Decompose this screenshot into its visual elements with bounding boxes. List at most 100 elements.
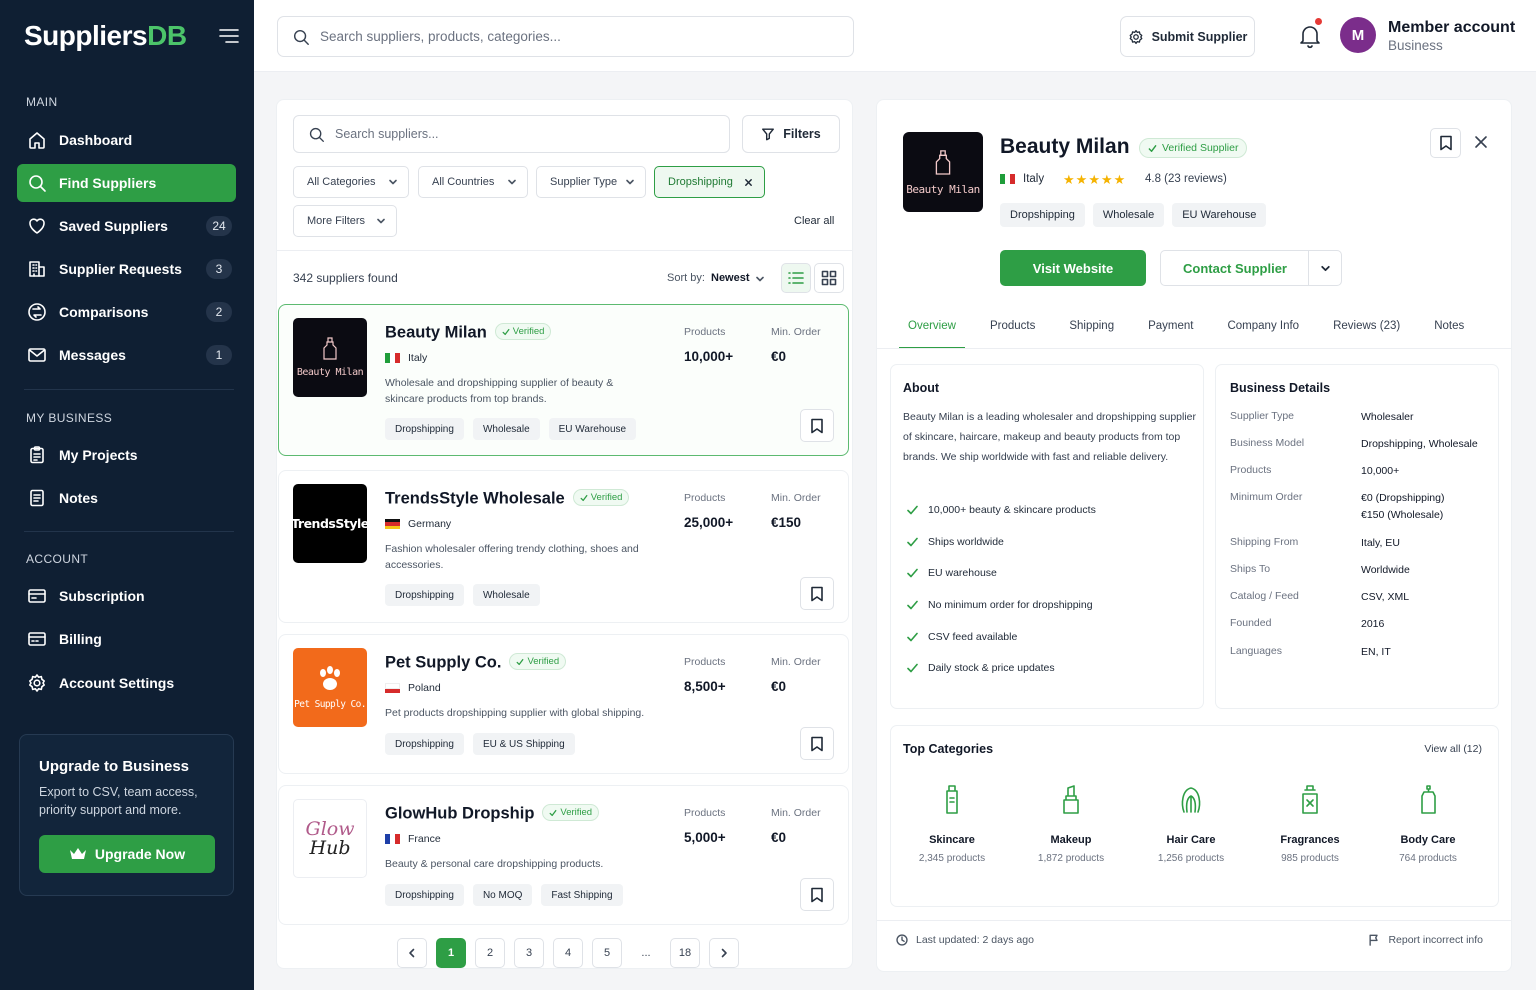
page-button[interactable]: 18 bbox=[670, 938, 700, 968]
tab-products[interactable]: Products bbox=[981, 309, 1044, 349]
italy-flag-icon bbox=[385, 353, 400, 363]
upgrade-now-button[interactable]: Upgrade Now bbox=[39, 835, 215, 873]
perfume-bottle-icon bbox=[935, 149, 951, 175]
products-value: 8,500+ bbox=[684, 679, 726, 694]
tab-overview[interactable]: Overview bbox=[899, 309, 965, 349]
supplier-name[interactable]: Pet Supply Co. Verified bbox=[385, 653, 567, 673]
global-search[interactable] bbox=[277, 16, 854, 57]
check-icon bbox=[1148, 144, 1157, 152]
list-view-toggle[interactable] bbox=[781, 263, 811, 293]
page-ellipsis: ... bbox=[631, 938, 661, 968]
supplier-card[interactable]: TrendsStyle TrendsStyle Wholesale Verifie… bbox=[278, 470, 849, 623]
active-filter-chip[interactable]: Dropshipping bbox=[654, 166, 765, 198]
sidebar-item-dashboard[interactable]: Dashboard bbox=[17, 121, 236, 159]
business-details-section: Business Details Supplier Type Wholesale… bbox=[1215, 364, 1499, 709]
notes-icon bbox=[30, 489, 44, 507]
submit-supplier-button[interactable]: Submit Supplier bbox=[1120, 16, 1255, 57]
detail-logo: Beauty Milan bbox=[903, 132, 983, 212]
supplier-search[interactable] bbox=[293, 115, 730, 153]
home-icon bbox=[29, 132, 45, 149]
check-icon bbox=[907, 568, 918, 578]
category-item-skincare[interactable]: Skincare 2,345 products bbox=[902, 784, 1002, 864]
supplier-name[interactable]: TrendsStyle Wholesale Verified bbox=[385, 489, 630, 509]
sidebar-item-notes[interactable]: Notes bbox=[17, 479, 236, 517]
filters-button[interactable]: Filters bbox=[742, 115, 840, 153]
close-icon[interactable] bbox=[744, 178, 753, 187]
supplier-name[interactable]: Beauty Milan Verified bbox=[385, 323, 552, 343]
page-button[interactable]: 3 bbox=[514, 938, 544, 968]
bookmark-button[interactable] bbox=[800, 727, 834, 760]
next-page-button[interactable] bbox=[709, 938, 739, 968]
prev-page-button[interactable] bbox=[397, 938, 427, 968]
detail-bookmark-button[interactable] bbox=[1430, 128, 1461, 158]
avatar[interactable]: M bbox=[1340, 17, 1376, 53]
sidebar-item-messages[interactable]: Messages 1 bbox=[17, 336, 236, 374]
supplier-card[interactable]: Beauty Milan Beauty Milan Verified Italy … bbox=[278, 304, 849, 456]
close-icon[interactable] bbox=[1474, 135, 1488, 149]
visit-website-button[interactable]: Visit Website bbox=[1000, 250, 1146, 286]
supplier-name[interactable]: GlowHub Dropship Verified bbox=[385, 804, 600, 824]
detail-value: Italy, EU bbox=[1361, 537, 1400, 549]
category-item-hair-care[interactable]: Hair Care 1,256 products bbox=[1141, 784, 1241, 864]
account-name[interactable]: Member account bbox=[1388, 19, 1515, 37]
report-incorrect-info-link[interactable]: Report incorrect info bbox=[1368, 934, 1483, 946]
sidebar-item-subscription[interactable]: Subscription bbox=[17, 577, 236, 615]
tab-company-info[interactable]: Company Info bbox=[1218, 309, 1308, 349]
category-item-makeup[interactable]: Makeup 1,872 products bbox=[1021, 784, 1121, 864]
tag: Wholesale bbox=[472, 418, 540, 440]
sidebar-item-account-settings[interactable]: Account Settings bbox=[17, 664, 236, 702]
tab-reviews[interactable]: Reviews (23) bbox=[1324, 309, 1409, 349]
supplier-search-input[interactable] bbox=[335, 127, 715, 141]
menu-icon[interactable] bbox=[218, 26, 240, 46]
sidebar-item-billing[interactable]: Billing bbox=[17, 620, 236, 658]
sidebar-item-my-projects[interactable]: My Projects bbox=[17, 436, 236, 474]
sidebar-item-comparisons[interactable]: Comparisons 2 bbox=[17, 293, 236, 331]
more-filters-dropdown[interactable]: More Filters bbox=[293, 205, 397, 237]
page-button[interactable]: 4 bbox=[553, 938, 583, 968]
clear-all-link[interactable]: Clear all bbox=[794, 215, 834, 227]
category-item-fragrances[interactable]: Fragrances 985 products bbox=[1260, 784, 1360, 864]
supplier-logo: Pet Supply Co. bbox=[293, 648, 367, 727]
tab-shipping[interactable]: Shipping bbox=[1060, 309, 1123, 349]
detail-key: Shipping From bbox=[1230, 536, 1299, 548]
star-icon: ★ bbox=[1113, 172, 1126, 187]
supplier-country: Poland bbox=[385, 682, 441, 694]
page-button[interactable]: 1 bbox=[436, 938, 466, 968]
detail-value: CSV, XML bbox=[1361, 591, 1410, 603]
country-dropdown[interactable]: All Countries bbox=[418, 166, 528, 198]
verified-supplier-badge: Verified Supplier bbox=[1139, 138, 1248, 158]
supplier-card[interactable]: Pet Supply Co. Pet Supply Co. Verified Po… bbox=[278, 634, 849, 774]
supplier-card[interactable]: Glow Hub GlowHub Dropship Verified France… bbox=[278, 785, 849, 925]
sidebar-item-find-suppliers[interactable]: Find Suppliers bbox=[17, 164, 236, 202]
chevron-down-icon[interactable] bbox=[755, 274, 765, 284]
bookmark-button[interactable] bbox=[800, 577, 834, 610]
view-all-link[interactable]: View all (12) bbox=[1424, 743, 1482, 755]
divider bbox=[24, 389, 234, 390]
sort-dropdown[interactable]: Newest bbox=[711, 272, 750, 284]
tab-notes[interactable]: Notes bbox=[1425, 309, 1473, 349]
global-search-input[interactable] bbox=[320, 29, 840, 44]
detail-key: Products bbox=[1230, 464, 1272, 476]
page-button[interactable]: 5 bbox=[592, 938, 622, 968]
bookmark-button[interactable] bbox=[800, 878, 834, 911]
contact-supplier-button[interactable]: Contact Supplier bbox=[1160, 250, 1309, 286]
category-item-body-care[interactable]: Body Care 764 products bbox=[1378, 784, 1478, 864]
detail-key: Business Model bbox=[1230, 437, 1305, 449]
section-label-main: MAIN bbox=[26, 95, 58, 109]
chevron-down-icon bbox=[626, 179, 634, 185]
contact-options-dropdown[interactable] bbox=[1308, 250, 1342, 286]
sidebar-item-saved-suppliers[interactable]: Saved Suppliers 24 bbox=[17, 207, 236, 245]
bookmark-icon bbox=[1439, 135, 1452, 151]
sidebar-item-supplier-requests[interactable]: Supplier Requests 3 bbox=[17, 250, 236, 288]
bookmark-button[interactable] bbox=[800, 409, 834, 442]
count-badge: 2 bbox=[206, 302, 232, 322]
rating-text[interactable]: 4.8 (23 reviews) bbox=[1145, 173, 1227, 185]
grid-view-toggle[interactable] bbox=[814, 263, 844, 293]
tab-payment[interactable]: Payment bbox=[1139, 309, 1202, 349]
category-dropdown[interactable]: All Categories bbox=[293, 166, 409, 198]
supplier-country: France bbox=[385, 833, 441, 845]
page-button[interactable]: 2 bbox=[475, 938, 505, 968]
bell-icon[interactable] bbox=[1298, 23, 1322, 49]
supplier-type-dropdown[interactable]: Supplier Type bbox=[536, 166, 646, 198]
app-logo[interactable]: SuppliersDB bbox=[24, 20, 187, 52]
